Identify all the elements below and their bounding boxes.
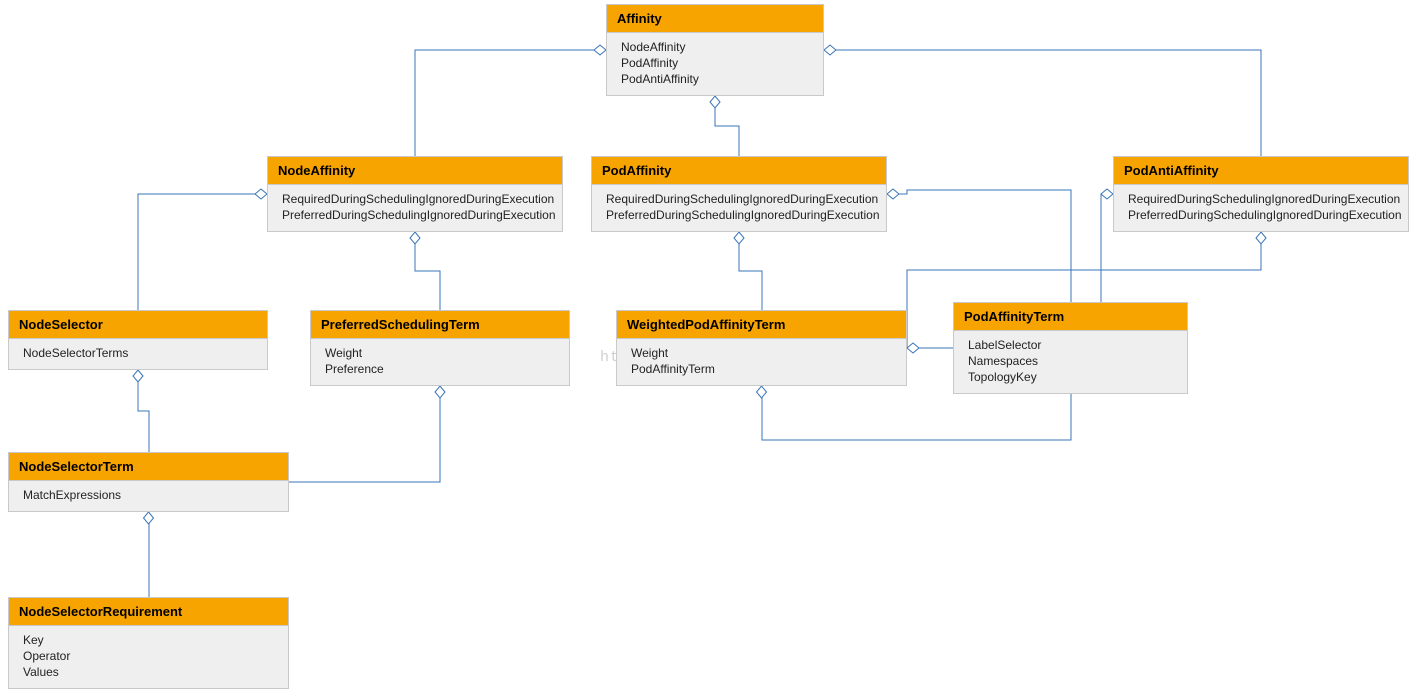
attr: Values	[23, 664, 278, 680]
diagram-canvas: http://blog.csdn.net/horsefoot Affinity …	[0, 0, 1420, 693]
box-body: Key Operator Values	[9, 626, 288, 688]
box-body: MatchExpressions	[9, 481, 288, 511]
attr: PodAffinityTerm	[631, 361, 896, 377]
box-body: LabelSelector Namespaces TopologyKey	[954, 331, 1187, 393]
attr: RequiredDuringSchedulingIgnoredDuringExe…	[606, 191, 876, 207]
box-title: Affinity	[607, 5, 823, 33]
box-title: PodAffinity	[592, 157, 886, 185]
box-node-selector-requirement: NodeSelectorRequirement Key Operator Val…	[8, 597, 289, 689]
box-weighted-pod-affinity-term: WeightedPodAffinityTerm Weight PodAffini…	[616, 310, 907, 386]
box-body: NodeSelectorTerms	[9, 339, 267, 369]
attr: PodAntiAffinity	[621, 71, 813, 87]
box-affinity: Affinity NodeAffinity PodAffinity PodAnt…	[606, 4, 824, 96]
attr: MatchExpressions	[23, 487, 278, 503]
box-title: NodeSelectorRequirement	[9, 598, 288, 626]
attr: PodAffinity	[621, 55, 813, 71]
box-node-selector-term: NodeSelectorTerm MatchExpressions	[8, 452, 289, 512]
attr: Preference	[325, 361, 559, 377]
box-title: PodAffinityTerm	[954, 303, 1187, 331]
attr: Weight	[325, 345, 559, 361]
attr: LabelSelector	[968, 337, 1177, 353]
box-pod-affinity-term: PodAffinityTerm LabelSelector Namespaces…	[953, 302, 1188, 394]
box-body: Weight PodAffinityTerm	[617, 339, 906, 385]
attr: Namespaces	[968, 353, 1177, 369]
box-pod-affinity: PodAffinity RequiredDuringSchedulingIgno…	[591, 156, 887, 232]
attr: Operator	[23, 648, 278, 664]
attr: Weight	[631, 345, 896, 361]
box-preferred-scheduling-term: PreferredSchedulingTerm Weight Preferenc…	[310, 310, 570, 386]
box-body: NodeAffinity PodAffinity PodAntiAffinity	[607, 33, 823, 95]
box-title: NodeAffinity	[268, 157, 562, 185]
attr: RequiredDuringSchedulingIgnoredDuringExe…	[282, 191, 552, 207]
attr: PreferredDuringSchedulingIgnoredDuringEx…	[282, 207, 552, 223]
box-title: NodeSelector	[9, 311, 267, 339]
box-pod-anti-affinity: PodAntiAffinity RequiredDuringScheduling…	[1113, 156, 1409, 232]
box-body: RequiredDuringSchedulingIgnoredDuringExe…	[268, 185, 562, 231]
attr: PreferredDuringSchedulingIgnoredDuringEx…	[606, 207, 876, 223]
box-title: PodAntiAffinity	[1114, 157, 1408, 185]
attr: NodeSelectorTerms	[23, 345, 257, 361]
box-body: RequiredDuringSchedulingIgnoredDuringExe…	[592, 185, 886, 231]
attr: TopologyKey	[968, 369, 1177, 385]
box-node-affinity: NodeAffinity RequiredDuringSchedulingIgn…	[267, 156, 563, 232]
attr: RequiredDuringSchedulingIgnoredDuringExe…	[1128, 191, 1398, 207]
box-title: PreferredSchedulingTerm	[311, 311, 569, 339]
attr: Key	[23, 632, 278, 648]
attr: NodeAffinity	[621, 39, 813, 55]
box-body: RequiredDuringSchedulingIgnoredDuringExe…	[1114, 185, 1408, 231]
attr: PreferredDuringSchedulingIgnoredDuringEx…	[1128, 207, 1398, 223]
box-body: Weight Preference	[311, 339, 569, 385]
box-title: WeightedPodAffinityTerm	[617, 311, 906, 339]
box-title: NodeSelectorTerm	[9, 453, 288, 481]
box-node-selector: NodeSelector NodeSelectorTerms	[8, 310, 268, 370]
